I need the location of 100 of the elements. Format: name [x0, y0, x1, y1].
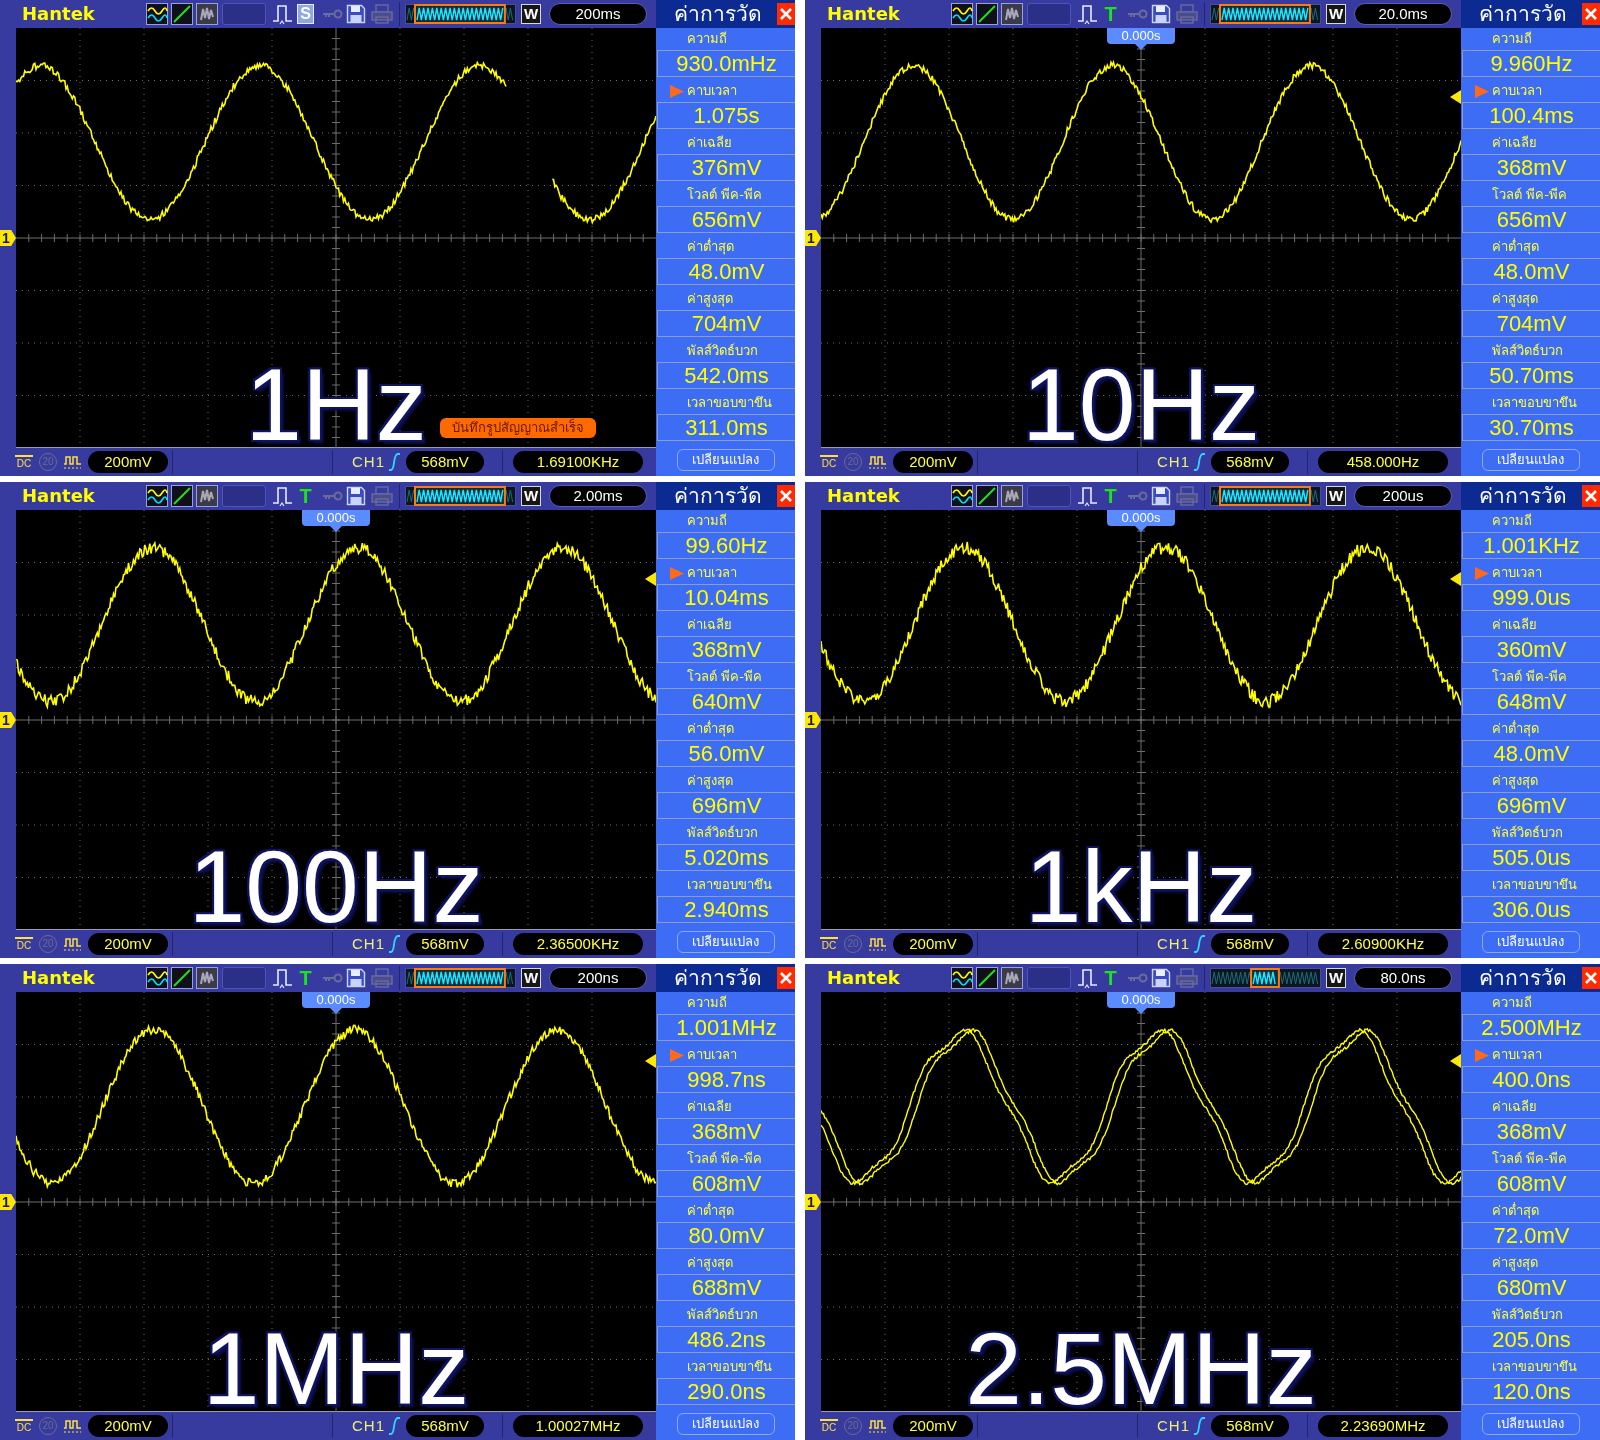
coupling-label: DC: [820, 1419, 838, 1433]
channel-marker[interactable]: 1: [805, 712, 821, 728]
measurement-label[interactable]: เวลาขอบขาขึน: [1492, 876, 1577, 894]
channel-marker[interactable]: 1: [0, 1194, 16, 1210]
sine-wave-icon[interactable]: [146, 967, 168, 989]
change-button[interactable]: เปลียนแปลง: [1481, 931, 1580, 953]
frequency-caption: 1kHz: [1024, 848, 1258, 928]
measurement-label[interactable]: คาบเวลา: [687, 564, 737, 582]
change-button[interactable]: เปลียนแปลง: [676, 931, 775, 953]
diagonal-line-icon[interactable]: [171, 967, 193, 989]
measurement-label[interactable]: ค่าต่ำสุด: [687, 1202, 734, 1220]
measurement-label[interactable]: เวลาขอบขาขึน: [687, 876, 772, 894]
measurement-label[interactable]: ค่าเฉลีย: [1492, 616, 1537, 634]
sine-wave-icon[interactable]: [951, 967, 973, 989]
measurement-label[interactable]: ค่าต่ำสุด: [1492, 238, 1539, 256]
close-button[interactable]: [1582, 967, 1600, 989]
close-button[interactable]: [1582, 3, 1600, 25]
noise-pattern-icon[interactable]: [196, 3, 218, 25]
measurement-label[interactable]: พัลส์วิดธ์บวก: [687, 1306, 758, 1324]
measurement-label[interactable]: คาบเวลา: [1492, 1046, 1542, 1064]
measurement-value: 680mV: [1462, 1274, 1600, 1301]
measurement-label[interactable]: เวลาขอบขาขึน: [687, 1358, 772, 1376]
measurement-label[interactable]: พัลส์วิดธ์บวก: [687, 824, 758, 842]
sine-wave-icon[interactable]: [146, 485, 168, 507]
measurement-label[interactable]: โวลต์ พีค-พีค: [687, 186, 762, 204]
sine-wave-icon[interactable]: [951, 485, 973, 507]
pulse-trigger-icon[interactable]: [271, 3, 295, 25]
measurement-label[interactable]: ความถี: [1492, 994, 1532, 1012]
measurement-label[interactable]: ค่าต่ำสุด: [1492, 720, 1539, 738]
measurement-label[interactable]: ความถี: [687, 994, 727, 1012]
measurement-label[interactable]: เวลาขอบขาขึน: [687, 394, 772, 412]
close-button[interactable]: [777, 485, 795, 507]
measurement-label[interactable]: โวลต์ พีค-พีค: [1492, 186, 1567, 204]
measurement-label[interactable]: ความถี: [687, 30, 727, 48]
change-button[interactable]: เปลียนแปลง: [676, 1413, 775, 1435]
measurement-label[interactable]: ค่าสูงสุด: [1492, 1254, 1538, 1272]
w-button[interactable]: W: [1326, 968, 1346, 988]
measurement-label[interactable]: ความถี: [687, 512, 727, 530]
noise-pattern-icon[interactable]: [1001, 485, 1023, 507]
change-button[interactable]: เปลียนแปลง: [1481, 1413, 1580, 1435]
measurement-label[interactable]: ค่าสูงสุด: [687, 772, 733, 790]
measurement-label[interactable]: โวลต์ พีค-พีค: [687, 668, 762, 686]
channel-marker[interactable]: 1: [805, 230, 821, 246]
measurement-label[interactable]: ค่าต่ำสุด: [1492, 1202, 1539, 1220]
sine-wave-icon[interactable]: [146, 3, 168, 25]
measurement-label[interactable]: ค่าต่ำสุด: [687, 720, 734, 738]
noise-pattern-icon[interactable]: [1001, 3, 1023, 25]
diagonal-line-icon[interactable]: [976, 485, 998, 507]
measurement-label[interactable]: พัลส์วิดธ์บวก: [1492, 342, 1563, 360]
diagonal-line-icon[interactable]: [171, 485, 193, 507]
close-button[interactable]: [777, 3, 795, 25]
channel-marker[interactable]: 1: [0, 712, 16, 728]
measurement-label[interactable]: ค่าเฉลีย: [687, 134, 732, 152]
measurement-label[interactable]: ค่าสูงสุด: [687, 290, 733, 308]
close-button[interactable]: [777, 967, 795, 989]
measurement-label[interactable]: ค่าสูงสุด: [687, 1254, 733, 1272]
measurement-label[interactable]: เวลาขอบขาขึน: [1492, 394, 1577, 412]
pulse-trigger-icon[interactable]: [1076, 3, 1100, 25]
w-button[interactable]: W: [521, 486, 541, 506]
measurement-value: 48.0mV: [1462, 258, 1600, 285]
channel-marker[interactable]: 1: [805, 1194, 821, 1210]
noise-pattern-icon[interactable]: [196, 967, 218, 989]
diagonal-line-icon[interactable]: [976, 3, 998, 25]
measurement-label[interactable]: ค่าเฉลีย: [1492, 1098, 1537, 1116]
measurement-label[interactable]: ค่าเฉลีย: [687, 616, 732, 634]
measurement-label[interactable]: พัลส์วิดธ์บวก: [1492, 824, 1563, 842]
measurement-label[interactable]: ค่าเฉลีย: [1492, 134, 1537, 152]
pulse-trigger-icon[interactable]: [271, 485, 295, 507]
measurement-label[interactable]: ค่าต่ำสุด: [687, 238, 734, 256]
sine-wave-icon[interactable]: [951, 3, 973, 25]
measurement-label[interactable]: ความถี: [1492, 30, 1532, 48]
w-button[interactable]: W: [521, 4, 541, 24]
measurement-label[interactable]: คาบเวลา: [687, 82, 737, 100]
measurement-label[interactable]: คาบเวลา: [1492, 82, 1542, 100]
measurement-label[interactable]: ค่าเฉลีย: [687, 1098, 732, 1116]
measurement-label[interactable]: พัลส์วิดธ์บวก: [1492, 1306, 1563, 1324]
pulse-trigger-icon[interactable]: [1076, 485, 1100, 507]
w-button[interactable]: W: [1326, 486, 1346, 506]
measurement-label[interactable]: ความถี: [1492, 512, 1532, 530]
change-button[interactable]: เปลียนแปลง: [1481, 449, 1580, 471]
noise-pattern-icon[interactable]: [196, 485, 218, 507]
diagonal-line-icon[interactable]: [171, 3, 193, 25]
w-button[interactable]: W: [1326, 4, 1346, 24]
noise-pattern-icon[interactable]: [1001, 967, 1023, 989]
measurement-label[interactable]: โวลต์ พีค-พีค: [1492, 668, 1567, 686]
measurement-label[interactable]: โวลต์ พีค-พีค: [687, 1150, 762, 1168]
pulse-trigger-icon[interactable]: [271, 967, 295, 989]
measurement-label[interactable]: โวลต์ พีค-พีค: [1492, 1150, 1567, 1168]
measurement-label[interactable]: ค่าสูงสุด: [1492, 290, 1538, 308]
measurement-label[interactable]: พัลส์วิดธ์บวก: [687, 342, 758, 360]
close-button[interactable]: [1582, 485, 1600, 507]
diagonal-line-icon[interactable]: [976, 967, 998, 989]
change-button[interactable]: เปลียนแปลง: [676, 449, 775, 471]
measurement-label[interactable]: คาบเวลา: [687, 1046, 737, 1064]
measurement-label[interactable]: เวลาขอบขาขึน: [1492, 1358, 1577, 1376]
channel-marker[interactable]: 1: [0, 230, 16, 246]
measurement-label[interactable]: ค่าสูงสุด: [1492, 772, 1538, 790]
w-button[interactable]: W: [521, 968, 541, 988]
pulse-trigger-icon[interactable]: [1076, 967, 1100, 989]
measurement-label[interactable]: คาบเวลา: [1492, 564, 1542, 582]
